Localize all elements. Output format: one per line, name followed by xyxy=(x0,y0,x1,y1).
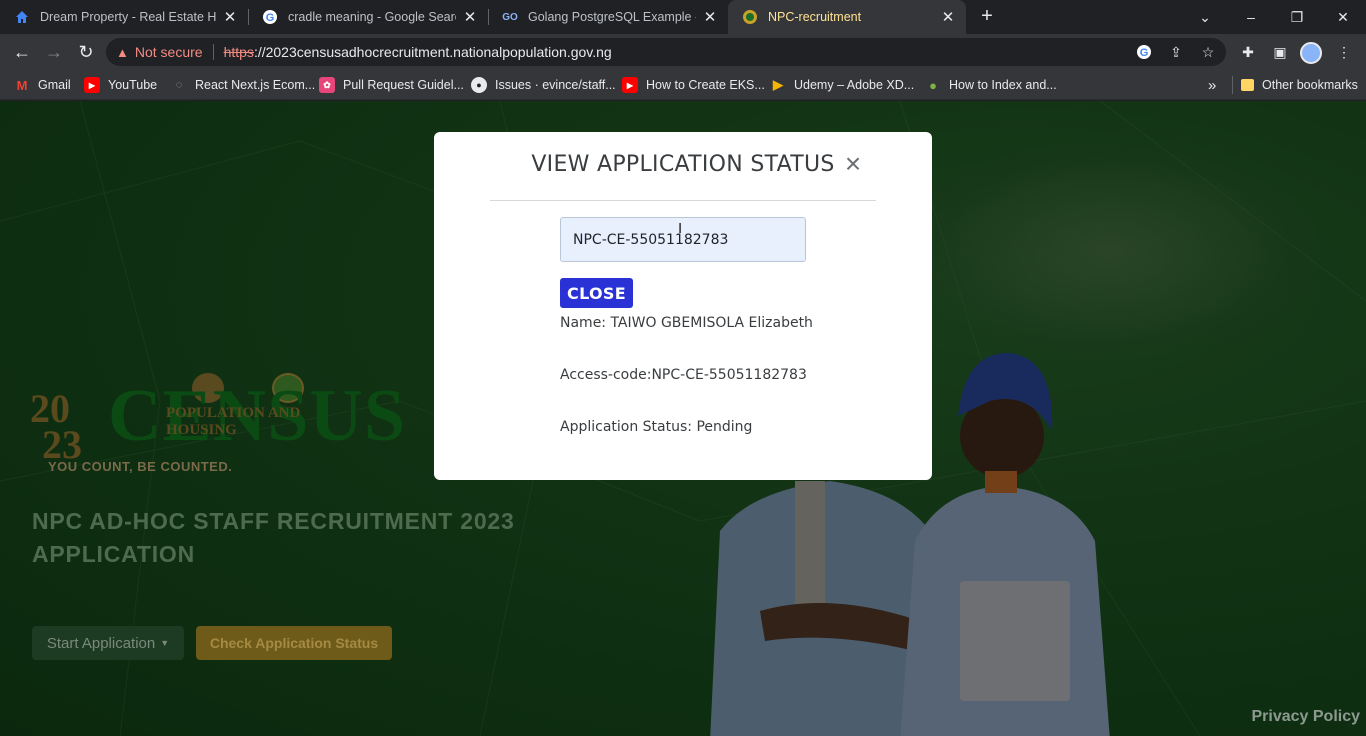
bookmark-index[interactable]: ● How to Index and... xyxy=(925,76,1057,94)
close-tab-icon[interactable]: ✕ xyxy=(462,9,478,26)
browser-toolbar: ← → ↻ ▲ Not secure https ://2023censusad… xyxy=(0,34,1366,70)
folder-icon xyxy=(1241,79,1254,91)
bookmark-react[interactable]: ◌ React Next.js Ecom... xyxy=(171,76,315,94)
close-tab-icon[interactable]: ✕ xyxy=(222,9,238,26)
logo-tagline: YOU COUNT, BE COUNTED. xyxy=(48,459,233,474)
more-bookmarks-icon[interactable]: » xyxy=(1208,76,1216,94)
logo-year: 20 23 xyxy=(30,389,82,467)
caret-down-icon: ▼ xyxy=(160,638,170,648)
warning-icon[interactable]: ▲ xyxy=(116,45,129,60)
tab-npc-recruitment[interactable]: NPC-recruitment ✕ xyxy=(728,0,966,34)
google-lens-icon[interactable]: G xyxy=(1134,42,1154,62)
tab-title: Golang PostgreSQL Example - Go xyxy=(528,10,696,24)
bookmark-eks[interactable]: ▶ How to Create EKS... xyxy=(622,76,765,94)
forward-icon[interactable]: → xyxy=(40,38,68,66)
profile-avatar[interactable] xyxy=(1300,42,1322,64)
census-logo: 20 23 CENSUS POPULATION AND HOUSING YOU … xyxy=(30,373,405,478)
url-scheme: https xyxy=(223,44,254,60)
security-label[interactable]: Not secure xyxy=(135,44,203,60)
bookmark-icon: ◌ xyxy=(175,79,183,91)
bookmark-label: Other bookmarks xyxy=(1262,78,1358,92)
leaf-icon: ● xyxy=(929,77,937,93)
share-icon[interactable]: ⇪ xyxy=(1166,42,1186,62)
tab-google-search[interactable]: G cradle meaning - Google Search ✕ xyxy=(248,0,488,34)
tab-search-icon[interactable]: ⌄ xyxy=(1182,0,1228,34)
back-icon[interactable]: ← xyxy=(8,38,36,66)
house-icon xyxy=(14,9,30,25)
tab-title: NPC-recruitment xyxy=(768,10,862,24)
bookmark-label: How to Index and... xyxy=(949,78,1057,92)
start-application-label: Start Application xyxy=(46,634,156,652)
privacy-policy-link[interactable]: Privacy Policy xyxy=(1251,708,1360,726)
minimize-icon[interactable]: – xyxy=(1228,0,1274,34)
close-icon[interactable]: × xyxy=(842,150,864,178)
status-modal: VIEW APPLICATION STATUS × CLOSE Name: TA… xyxy=(434,132,932,480)
bookmark-label: YouTube xyxy=(108,78,158,92)
divider xyxy=(212,44,214,60)
reload-icon[interactable]: ↻ xyxy=(72,38,100,66)
extensions-icon[interactable]: ✚ xyxy=(1238,42,1258,62)
bookmark-label: Udemy – Adobe XD... xyxy=(794,78,915,92)
bookmark-star-icon[interactable]: ☆ xyxy=(1198,42,1218,62)
bookmark-label: How to Create EKS... xyxy=(646,78,765,92)
application-status: Application Status: Pending xyxy=(560,419,753,435)
bookmark-label: Issues · evince/staff... xyxy=(495,78,616,92)
gmail-icon: M xyxy=(16,77,28,93)
bookmark-label: Gmail xyxy=(38,78,71,92)
restore-icon[interactable]: ❐ xyxy=(1274,0,1320,34)
close-tab-icon[interactable]: ✕ xyxy=(702,9,718,26)
go-icon: GO xyxy=(502,11,518,23)
start-application-button[interactable]: Start Application ▼ xyxy=(32,626,184,660)
bookmark-gmail[interactable]: M Gmail xyxy=(14,76,71,94)
tab-title: cradle meaning - Google Search xyxy=(288,10,456,24)
bookmark-udemy[interactable]: ▶ Udemy – Adobe XD... xyxy=(770,76,914,94)
svg-text:G: G xyxy=(1140,47,1149,59)
udemy-icon: ▶ xyxy=(773,77,783,92)
bookmark-icon: ✿ xyxy=(319,77,335,93)
bookmark-pull-request[interactable]: ✿ Pull Request Guidel... xyxy=(319,76,464,94)
youtube-icon: ▶ xyxy=(84,77,100,93)
close-tab-icon[interactable]: ✕ xyxy=(940,9,956,26)
bookmark-issues[interactable]: ● Issues · evince/staff... xyxy=(471,76,616,94)
bookmark-label: React Next.js Ecom... xyxy=(195,78,316,92)
npc-icon xyxy=(742,9,758,25)
youtube-icon: ▶ xyxy=(622,77,638,93)
bookmark-other[interactable]: Other bookmarks xyxy=(1232,76,1358,94)
bookmark-label: Pull Request Guidel... xyxy=(343,78,464,92)
github-icon: ● xyxy=(471,77,487,93)
logo-year-bottom: 23 xyxy=(42,422,82,467)
tab-strip: Dream Property - Real Estate HTML ✕ G cr… xyxy=(0,0,1366,34)
new-tab-icon[interactable]: + xyxy=(976,6,998,28)
google-icon: G xyxy=(262,9,278,25)
access-code-text: Access-code:NPC-CE-55051182783 xyxy=(560,367,807,383)
tab-golang[interactable]: GO Golang PostgreSQL Example - Go ✕ xyxy=(488,0,728,34)
side-panel-icon[interactable]: ▣ xyxy=(1270,42,1290,62)
menu-icon[interactable]: ⋮ xyxy=(1334,42,1354,62)
logo-subtitle: POPULATION AND HOUSING xyxy=(166,405,301,438)
bookmarks-bar: M Gmail ▶ YouTube ◌ React Next.js Ecom..… xyxy=(0,70,1366,100)
page-headline: NPC AD-HOC STAFF RECRUITMENT 2023 APPLIC… xyxy=(32,508,515,567)
check-status-button[interactable]: Check Application Status xyxy=(196,626,392,660)
close-button[interactable]: CLOSE xyxy=(560,278,633,308)
svg-text:G: G xyxy=(266,12,275,24)
tab-dream-property[interactable]: Dream Property - Real Estate HTML ✕ xyxy=(0,0,248,34)
bookmark-youtube[interactable]: ▶ YouTube xyxy=(84,76,157,94)
page-content: 20 23 CENSUS POPULATION AND HOUSING YOU … xyxy=(0,101,1366,736)
window-close-icon[interactable]: ✕ xyxy=(1320,0,1366,34)
address-bar[interactable]: ▲ Not secure https ://2023censusadhocrec… xyxy=(106,38,1226,66)
url-text: ://2023censusadhocrecruitment.nationalpo… xyxy=(253,44,612,60)
text-cursor-icon: I xyxy=(678,220,683,237)
access-code-input[interactable] xyxy=(560,217,806,262)
tab-title: Dream Property - Real Estate HTML xyxy=(40,10,216,24)
applicant-name: Name: TAIWO GBEMISOLA Elizabeth xyxy=(560,315,813,331)
modal-divider xyxy=(490,200,876,201)
